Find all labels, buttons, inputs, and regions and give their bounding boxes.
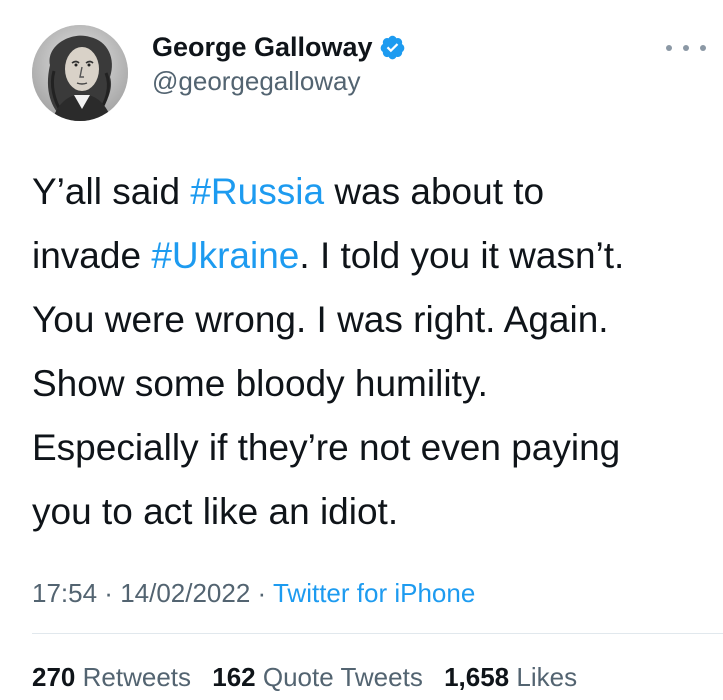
likes-label: Likes [516, 662, 578, 692]
quote-tweets-stat[interactable]: 162 Quote Tweets [212, 662, 423, 692]
meta-separator: · [97, 578, 121, 608]
divider [32, 633, 723, 634]
likes-count: 1,658 [444, 662, 510, 692]
author-display-name[interactable]: George Galloway [152, 32, 373, 63]
name-row: George Galloway [152, 30, 406, 64]
retweets-count: 270 [32, 662, 76, 692]
tweet-text: Y’all said #Russia was about to invade #U… [32, 160, 712, 544]
portrait-avatar-icon [32, 25, 128, 121]
tweet-meta: 17:54 · 14/02/2022 · Twitter for iPhone [32, 578, 475, 609]
tweet-text-line: Especially if they’re not even paying [32, 416, 712, 480]
tweet-source-link[interactable]: Twitter for iPhone [273, 578, 475, 608]
hashtag-link[interactable]: #Ukraine [151, 235, 299, 276]
meta-separator: · [250, 578, 273, 608]
tweet-card: George Galloway @georgegalloway Y’all sa… [0, 0, 723, 700]
quote-tweets-label: Quote Tweets [262, 662, 423, 692]
more-dot [700, 45, 706, 51]
author-handle[interactable]: @georgegalloway [152, 66, 406, 97]
retweets-stat[interactable]: 270 Retweets [32, 662, 191, 692]
tweet-text-segment: was about to [324, 171, 545, 212]
likes-stat[interactable]: 1,658 Likes [444, 662, 577, 692]
tweet-text-line: You were wrong. I was right. Again. [32, 288, 712, 352]
tweet-text-segment: Show some bloody humility. [32, 363, 488, 404]
tweet-text-segment: you to act like an idiot. [32, 491, 399, 532]
tweet-text-line: Y’all said #Russia was about to [32, 160, 712, 224]
hashtag-link[interactable]: #Russia [190, 171, 324, 212]
tweet-text-segment: You were wrong. I was right. Again. [32, 299, 609, 340]
tweet-text-line: Show some bloody humility. [32, 352, 712, 416]
tweet-date[interactable]: 14/02/2022 [120, 578, 250, 608]
tweet-time[interactable]: 17:54 [32, 578, 97, 608]
avatar[interactable] [32, 25, 128, 121]
author-info: George Galloway @georgegalloway [152, 30, 406, 97]
more-dot [666, 45, 672, 51]
tweet-stats: 270 Retweets 162 Quote Tweets 1,658 Like… [32, 662, 591, 693]
verified-badge-icon [379, 34, 406, 61]
tweet-text-line: invade #Ukraine. I told you it wasn’t. [32, 224, 712, 288]
tweet-text-line: you to act like an idiot. [32, 480, 712, 544]
tweet-text-segment: . I told you it wasn’t. [299, 235, 625, 276]
more-options-icon[interactable] [666, 38, 706, 58]
tweet-text-segment: Especially if they’re not even paying [32, 427, 621, 468]
retweets-label: Retweets [82, 662, 192, 692]
tweet-text-segment: invade [32, 235, 152, 276]
more-dot [683, 45, 689, 51]
tweet-text-segment: Y’all said [32, 171, 191, 212]
quote-tweets-count: 162 [212, 662, 256, 692]
